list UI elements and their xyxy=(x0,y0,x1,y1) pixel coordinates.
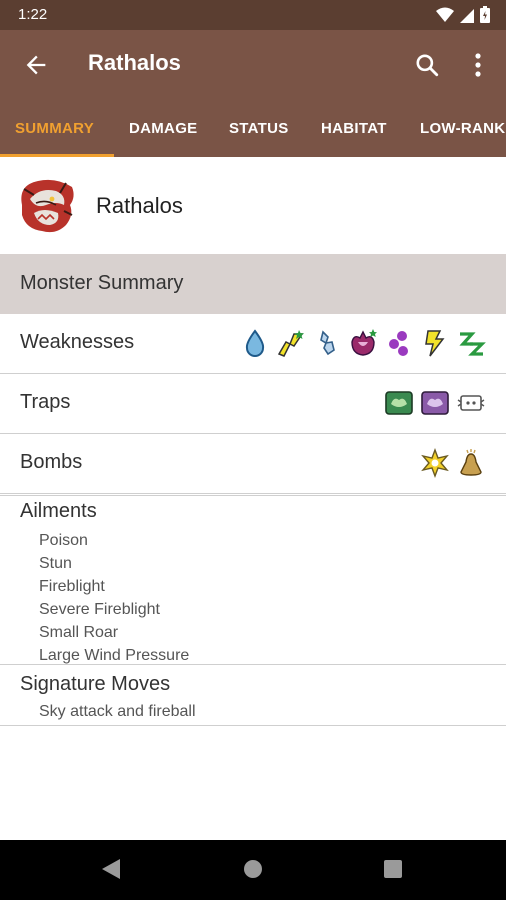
tab-status[interactable]: STATUS xyxy=(229,100,289,157)
status-time: 1:22 xyxy=(18,6,48,23)
app-bar: Rathalos xyxy=(0,30,506,100)
rathalos-monster-icon xyxy=(21,179,74,233)
pitfall-trap-icon xyxy=(385,391,413,415)
sleep-weakness-icon xyxy=(459,332,486,356)
weaknesses-icons xyxy=(240,328,486,358)
list-item: Severe Fireblight xyxy=(39,601,160,618)
traps-row: Traps xyxy=(0,374,506,434)
sonic-bomb-icon xyxy=(460,449,482,476)
traps-icons xyxy=(384,388,486,418)
list-item: Sky attack and fireball xyxy=(39,703,196,720)
list-item: Poison xyxy=(39,532,88,549)
monster-header: Rathalos xyxy=(0,157,506,254)
tab-low-rank[interactable]: LOW-RANK xyxy=(420,100,505,157)
bombs-row: Bombs xyxy=(0,434,506,494)
ailments-section: Ailments Poison Stun Fireblight Severe F… xyxy=(0,495,506,665)
tab-habitat[interactable]: HABITAT xyxy=(321,100,387,157)
status-icons xyxy=(436,6,490,23)
flash-pod-icon xyxy=(457,395,485,411)
stun-weakness-icon xyxy=(425,330,445,357)
list-item: Small Roar xyxy=(39,624,119,641)
search-icon[interactable] xyxy=(414,52,440,78)
status-bar: 1:22 xyxy=(0,0,506,30)
flash-bomb-icon xyxy=(421,448,449,478)
monster-summary-header: Monster Summary xyxy=(0,254,506,314)
bombs-icons xyxy=(420,448,486,478)
app-title: Rathalos xyxy=(88,50,181,75)
list-item: Large Wind Pressure xyxy=(39,647,190,664)
ailments-list: Poison Stun Fireblight Severe Fireblight… xyxy=(39,529,189,667)
ailments-label: Ailments xyxy=(20,500,97,522)
nav-back-icon[interactable] xyxy=(100,857,122,881)
nav-recents-icon[interactable] xyxy=(382,857,404,881)
back-arrow-icon[interactable] xyxy=(22,51,50,79)
signature-moves-list: Sky attack and fireball xyxy=(39,700,196,723)
tab-damage[interactable]: DAMAGE xyxy=(129,100,197,157)
signature-moves-section: Signature Moves Sky attack and fireball xyxy=(0,665,506,726)
more-options-icon[interactable] xyxy=(470,52,486,78)
tab-bar: SUMMARY DAMAGE STATUS HABITAT LOW-RANK xyxy=(0,100,506,157)
battery-icon xyxy=(480,6,490,23)
wifi-icon xyxy=(436,7,454,22)
bombs-label: Bombs xyxy=(20,451,83,473)
weaknesses-row: Weaknesses xyxy=(0,314,506,374)
dragon-weakness-star-icon xyxy=(351,329,377,356)
poison-weakness-icon xyxy=(389,331,408,356)
monster-name: Rathalos xyxy=(96,193,183,218)
nav-home-icon[interactable] xyxy=(242,857,264,881)
list-item: Stun xyxy=(39,555,72,572)
list-item: Fireblight xyxy=(39,578,105,595)
thunder-weakness-star-icon xyxy=(277,330,304,357)
weaknesses-label: Weaknesses xyxy=(20,331,135,353)
system-nav-bar xyxy=(0,840,506,900)
water-weakness-icon xyxy=(245,329,265,357)
signature-moves-label: Signature Moves xyxy=(20,673,171,695)
ice-weakness-icon xyxy=(320,330,335,356)
traps-label: Traps xyxy=(20,391,71,413)
monster-summary-title: Monster Summary xyxy=(20,272,184,294)
tab-summary[interactable]: SUMMARY xyxy=(15,100,94,157)
shock-trap-icon xyxy=(421,391,449,415)
signal-icon xyxy=(460,8,474,23)
